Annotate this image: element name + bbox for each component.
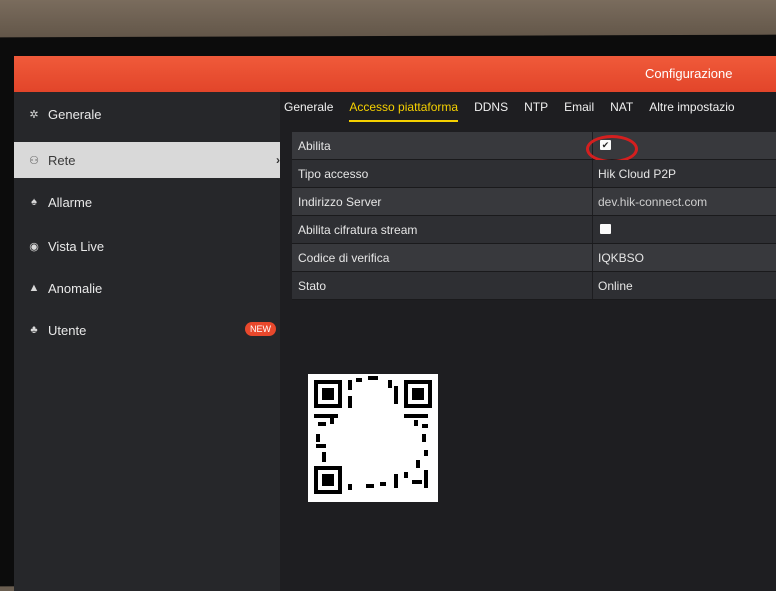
tab-accesso-piattaforma[interactable]: Accesso piattaforma — [349, 100, 459, 122]
form-row-indirizzo-server: Indirizzo Server dev.hik-connect.com — [292, 188, 776, 216]
sidebar-item-anomalie[interactable]: ▲ Anomalie — [14, 270, 280, 306]
server-address-field[interactable]: dev.hik-connect.com — [598, 195, 707, 209]
sidebar-item-label: Rete — [48, 152, 76, 168]
tab-nat[interactable]: NAT — [610, 100, 633, 122]
sidebar-item-utente[interactable]: ♣ Utente NEW — [14, 312, 280, 348]
form-row-stato: Stato Online — [292, 272, 776, 300]
sidebar-item-label: Generale — [48, 106, 102, 122]
field-label: Abilita — [298, 139, 331, 153]
divider — [592, 272, 593, 299]
warning-icon: ▲ — [28, 282, 40, 294]
sidebar: ✲ Generale ⚇ Rete › ♠ Allarme ◉ Vista Li… — [14, 92, 280, 591]
divider — [592, 188, 593, 215]
sidebar-item-vista-live[interactable]: ◉ Vista Live — [14, 228, 280, 264]
divider — [592, 244, 593, 271]
alarm-icon: ♠ — [31, 196, 37, 208]
sidebar-item-generale[interactable]: ✲ Generale — [14, 96, 280, 132]
qr-code-graphic — [314, 376, 432, 494]
sidebar-item-rete[interactable]: ⚇ Rete › — [14, 142, 280, 178]
form-row-codice-verifica: Codice di verifica IQKBSO — [292, 244, 776, 272]
status-value: Online — [598, 279, 633, 293]
tab-bar: Generale Accesso piattaforma DDNS NTP Em… — [284, 100, 751, 122]
nvr-screen: Configurazione ✲ Generale ⚇ Rete › ♠ All… — [14, 56, 776, 591]
encryption-checkbox[interactable] — [600, 224, 611, 234]
app-title: Configurazione — [645, 66, 733, 81]
top-bar: Configurazione — [14, 56, 776, 92]
gear-icon: ✲ — [29, 108, 39, 121]
sidebar-item-label: Vista Live — [48, 238, 105, 254]
eye-icon: ◉ — [29, 240, 39, 253]
sidebar-item-label: Utente — [48, 322, 87, 338]
tab-generale[interactable]: Generale — [284, 100, 333, 122]
form-row-tipo-accesso: Tipo accesso Hik Cloud P2P — [292, 160, 776, 188]
network-icon: ⚇ — [29, 154, 39, 167]
tab-ntp[interactable]: NTP — [524, 100, 548, 122]
field-label: Indirizzo Server — [298, 195, 382, 209]
main-content: Generale Accesso piattaforma DDNS NTP Em… — [280, 92, 776, 591]
users-icon: ♣ — [30, 324, 38, 336]
access-type-select[interactable]: Hik Cloud P2P — [598, 167, 676, 181]
tab-altre-impostazioni[interactable]: Altre impostazio — [649, 100, 734, 122]
field-label: Codice di verifica — [298, 251, 390, 265]
divider — [592, 160, 593, 187]
form-row-cifratura-stream: Abilita cifratura stream — [292, 216, 776, 244]
divider — [592, 216, 593, 243]
form-row-abilita: Abilita ✔ — [292, 132, 776, 163]
qr-code — [308, 374, 438, 502]
verification-code-field[interactable]: IQKBSO — [598, 251, 644, 265]
sidebar-item-label: Allarme — [48, 194, 93, 210]
sidebar-item-allarme[interactable]: ♠ Allarme — [14, 184, 280, 220]
sidebar-item-label: Anomalie — [48, 280, 103, 296]
new-badge: NEW — [245, 322, 276, 336]
tab-ddns[interactable]: DDNS — [474, 100, 508, 122]
field-label: Stato — [298, 279, 327, 293]
tab-email[interactable]: Email — [564, 100, 594, 122]
field-label: Tipo accesso — [298, 167, 369, 181]
field-label: Abilita cifratura stream — [298, 223, 418, 237]
highlight-circle — [586, 135, 638, 163]
